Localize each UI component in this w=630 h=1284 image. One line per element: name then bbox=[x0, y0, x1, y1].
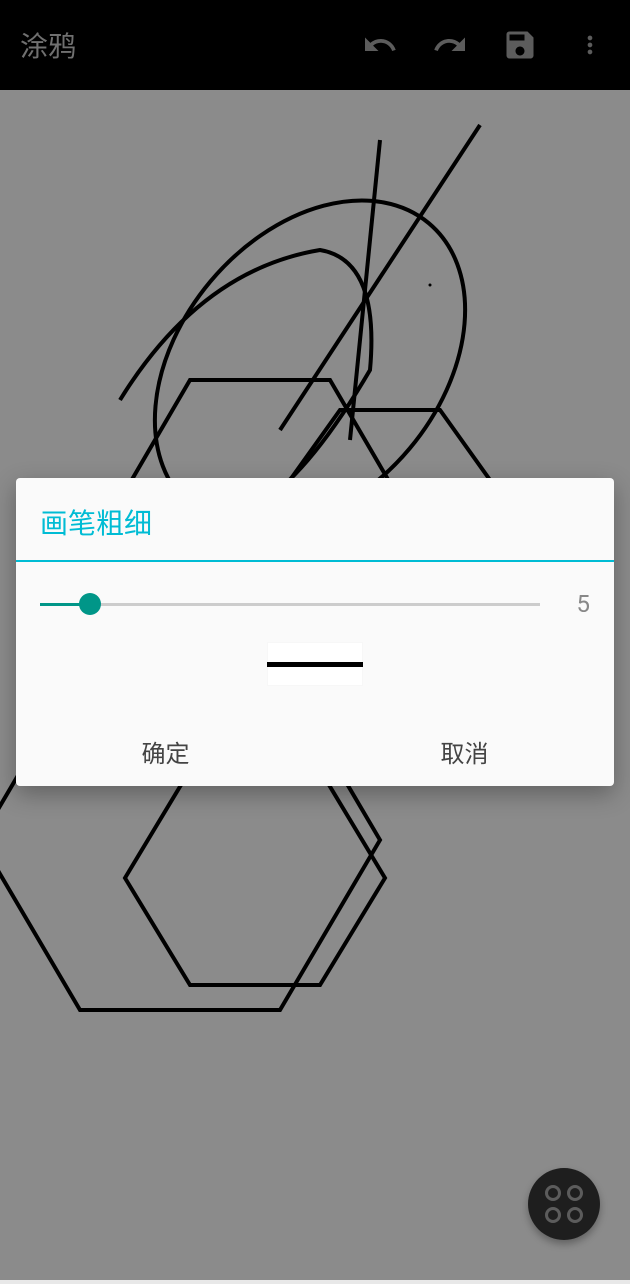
cancel-button[interactable]: 取消 bbox=[315, 716, 614, 786]
slider-track bbox=[40, 603, 540, 606]
slider-value: 5 bbox=[560, 590, 590, 618]
brush-size-dialog: 画笔粗细 5 确定 取消 bbox=[16, 478, 614, 786]
dialog-actions: 确定 取消 bbox=[16, 716, 614, 786]
preview-line bbox=[267, 662, 363, 667]
dialog-title: 画笔粗细 bbox=[16, 478, 614, 562]
brush-size-slider[interactable] bbox=[40, 592, 540, 616]
dialog-body: 5 bbox=[16, 562, 614, 716]
slider-thumb[interactable] bbox=[79, 593, 101, 615]
slider-row: 5 bbox=[40, 590, 590, 618]
brush-preview bbox=[267, 642, 363, 686]
confirm-button[interactable]: 确定 bbox=[16, 716, 315, 786]
